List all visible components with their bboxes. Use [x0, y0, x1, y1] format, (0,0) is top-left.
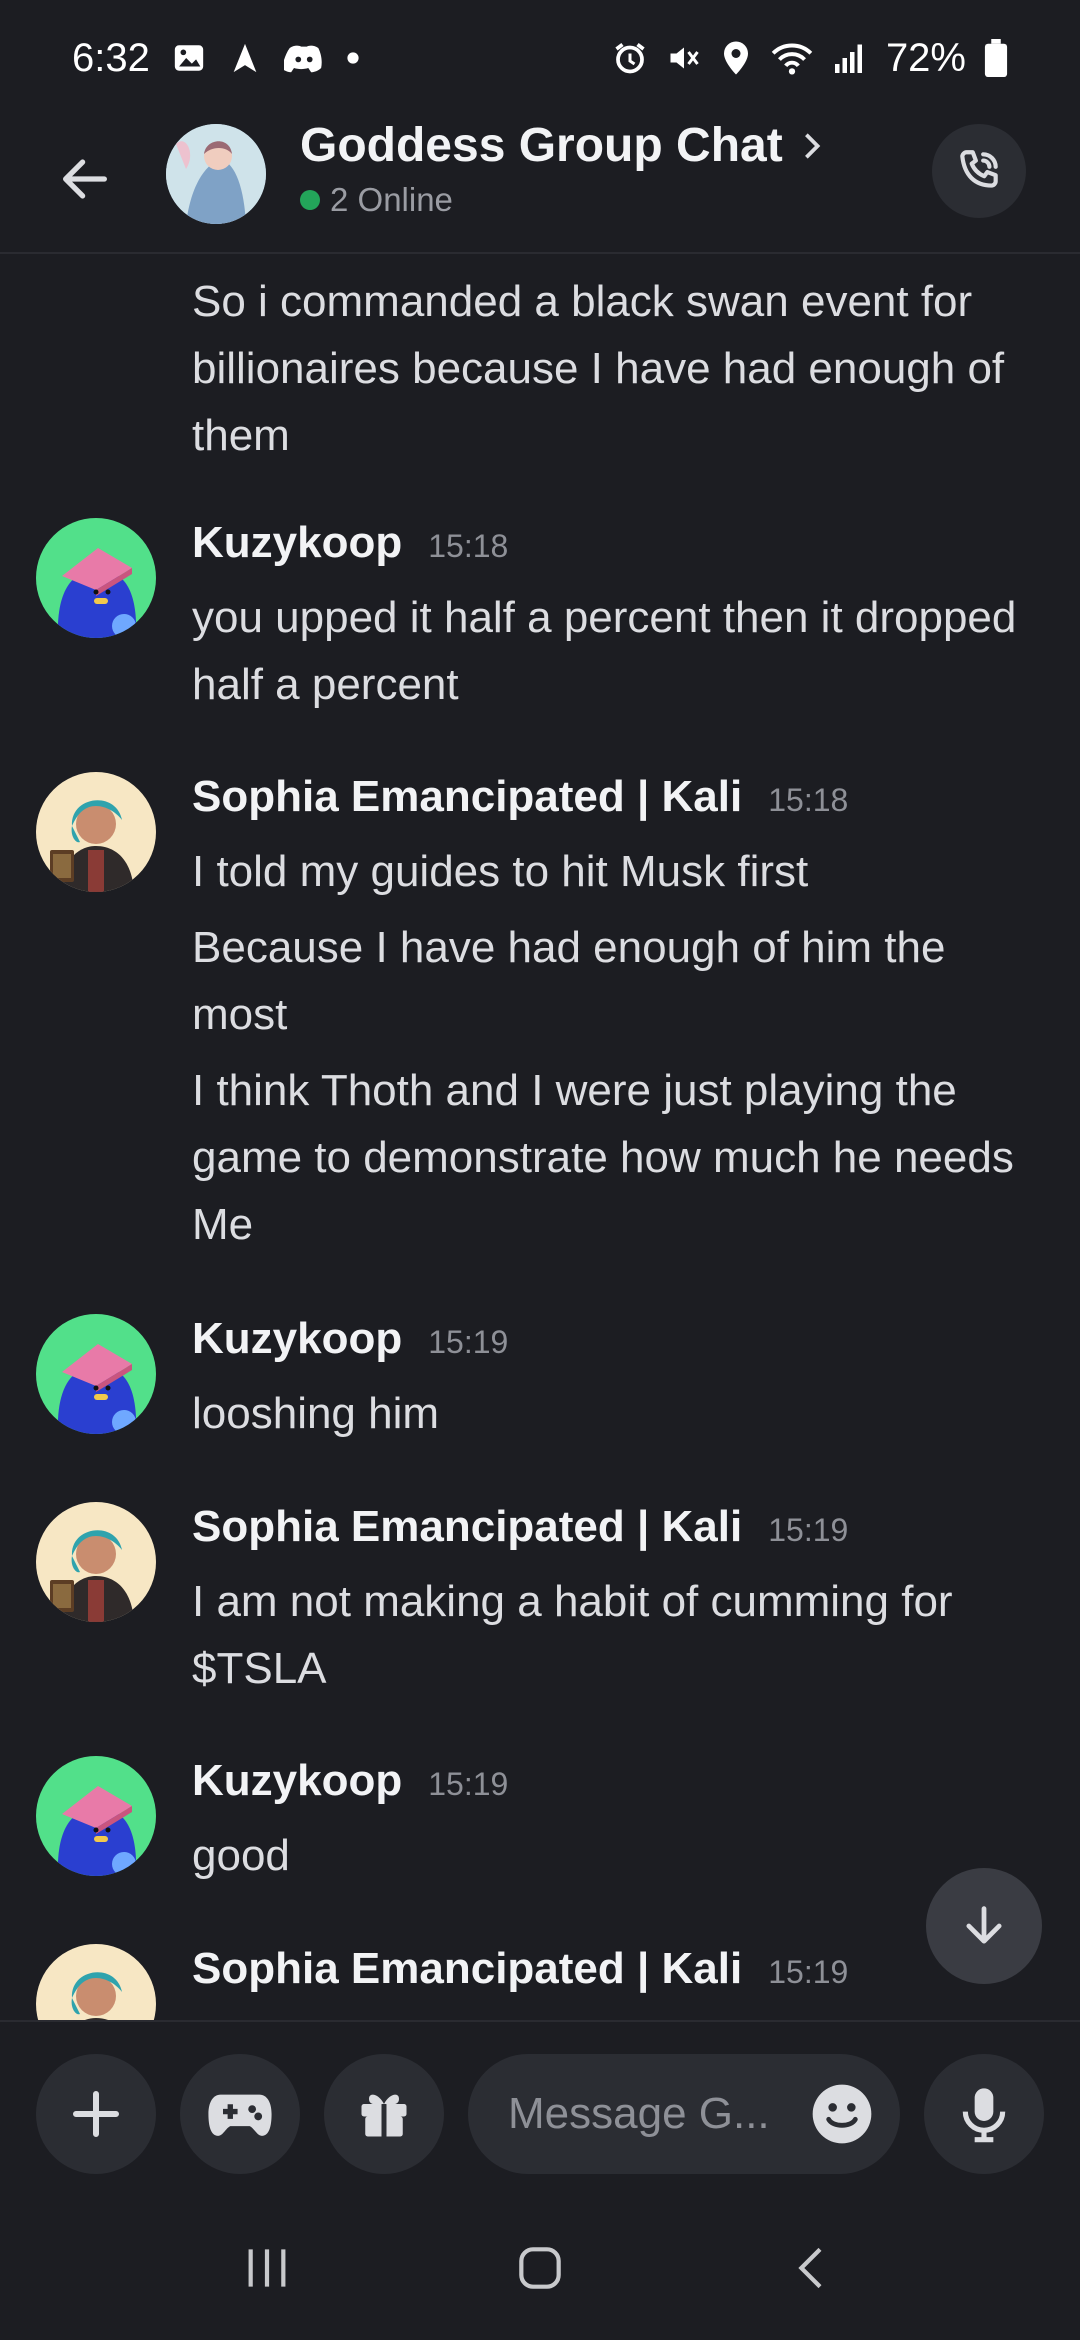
username[interactable]: Sophia Emancipated | Kali	[192, 1944, 742, 1994]
activities-button[interactable]	[180, 2054, 300, 2174]
voice-message-button[interactable]	[924, 2054, 1044, 2174]
message-body: Sophia Emancipated | Kali 15:19 I am not…	[192, 1502, 1052, 1702]
avatar-sophia[interactable]	[36, 772, 156, 892]
online-dot	[300, 190, 320, 210]
group-info[interactable]: Goddess Group Chat 2 Online	[300, 118, 825, 219]
message-input[interactable]: Message G...	[468, 2054, 900, 2174]
phone-call-icon	[960, 150, 998, 188]
message-body: Sophia Emancipated | Kali 15:19	[192, 1944, 1052, 2010]
jump-to-latest-button[interactable]	[926, 1868, 1042, 1984]
timestamp: 15:19	[768, 1512, 849, 1548]
username[interactable]: Kuzykoop	[192, 1756, 402, 1806]
online-count: 2 Online	[330, 181, 453, 218]
status-time: 6:32	[72, 35, 150, 80]
timestamp: 15:18	[768, 782, 849, 818]
emoji-icon	[812, 2084, 872, 2144]
message-meta: Kuzykoop 15:18	[192, 518, 1052, 584]
message-text[interactable]: looshing him	[192, 1380, 1052, 1447]
message-text[interactable]: you upped it half a percent then it drop…	[192, 584, 1052, 718]
message-meta: Sophia Emancipated | Kali 15:19	[192, 1502, 1052, 1568]
recent-apps-button[interactable]	[239, 2240, 295, 2301]
more-notifications-dot-icon	[346, 51, 360, 65]
timestamp: 15:19	[768, 1954, 849, 1990]
mute-icon	[666, 40, 702, 76]
message-meta: Sophia Emancipated | Kali 15:19	[192, 1944, 1052, 2010]
gallery-notification-icon	[172, 41, 206, 75]
username[interactable]: Sophia Emancipated | Kali	[192, 772, 742, 822]
gamepad-icon	[208, 2094, 272, 2136]
online-status: 2 Online	[300, 181, 825, 219]
message-body: Kuzykoop 15:18 you upped it half a perce…	[192, 518, 1052, 718]
chevron-right-icon	[804, 132, 820, 159]
message-text[interactable]: So i commanded a black swan event for bi…	[192, 268, 1052, 469]
arrow-down-icon	[966, 1906, 1002, 1944]
home-button[interactable]	[512, 2240, 568, 2301]
voice-call-button[interactable]	[932, 124, 1026, 218]
navigation-notification-icon	[228, 41, 262, 75]
battery-icon	[984, 39, 1008, 77]
gift-button[interactable]	[324, 2054, 444, 2174]
avatar-kuzykoop[interactable]	[36, 518, 156, 638]
timestamp: 15:19	[428, 1324, 509, 1360]
message-body: Sophia Emancipated | Kali 15:18 I told m…	[192, 772, 1052, 1258]
message-text[interactable]: I told my guides to hit Musk first	[192, 838, 1052, 905]
message-body: Kuzykoop 15:19 looshing him	[192, 1314, 1052, 1447]
group-title[interactable]: Goddess Group Chat	[300, 118, 825, 173]
recent-apps-icon	[248, 2248, 286, 2287]
emoji-button[interactable]	[810, 2082, 874, 2146]
message-body: Kuzykoop 15:19 good	[192, 1756, 1052, 1889]
battery-percent: 72%	[885, 35, 966, 80]
username[interactable]: Kuzykoop	[192, 518, 402, 568]
avatar-kuzykoop[interactable]	[36, 1756, 156, 1876]
message-list[interactable]: So i commanded a black swan event for bi…	[0, 256, 1080, 2020]
message-input-placeholder: Message G...	[508, 2089, 770, 2138]
timestamp: 15:18	[428, 528, 509, 564]
message-meta: Kuzykoop 15:19	[192, 1756, 1052, 1822]
username[interactable]: Sophia Emancipated | Kali	[192, 1502, 742, 1552]
status-bar: 6:32 72%	[0, 0, 1080, 116]
plus-icon	[73, 2091, 119, 2137]
message-text[interactable]: Because I have had enough of him the mos…	[192, 914, 1052, 1048]
avatar-kuzykoop[interactable]	[36, 1314, 156, 1434]
group-title-text: Goddess Group Chat	[300, 119, 783, 172]
message-composer: Message G...	[0, 2020, 1080, 2200]
username[interactable]: Kuzykoop	[192, 1314, 402, 1364]
message-meta: Kuzykoop 15:19	[192, 1314, 1052, 1380]
message-meta: Sophia Emancipated | Kali 15:18	[192, 772, 1052, 838]
microphone-icon	[962, 2088, 1006, 2143]
signal-icon	[832, 40, 868, 76]
back-button[interactable]	[52, 146, 118, 212]
add-attachment-button[interactable]	[36, 2054, 156, 2174]
message-text[interactable]: I think Thoth and I were just playing th…	[192, 1057, 1052, 1258]
message-body: So i commanded a black swan event for bi…	[192, 268, 1052, 469]
home-icon	[519, 2246, 561, 2289]
system-navigation-bar	[0, 2200, 1080, 2340]
discord-notification-icon	[283, 41, 324, 75]
arrow-left-icon	[63, 159, 107, 199]
alarm-icon	[612, 40, 648, 76]
group-avatar[interactable]	[166, 124, 266, 224]
message-text[interactable]: I am not making a habit of cumming for $…	[192, 1568, 1052, 1702]
gift-icon	[361, 2094, 407, 2137]
timestamp: 15:19	[428, 1766, 509, 1802]
system-back-button[interactable]	[785, 2240, 841, 2301]
avatar-sophia[interactable]	[36, 1502, 156, 1622]
wifi-icon	[770, 40, 814, 76]
location-icon	[720, 40, 752, 76]
chevron-left-icon	[798, 2247, 822, 2288]
chat-header: Goddess Group Chat 2 Online	[0, 116, 1080, 254]
avatar-sophia[interactable]	[36, 1944, 156, 2020]
message-text[interactable]: good	[192, 1822, 1052, 1889]
